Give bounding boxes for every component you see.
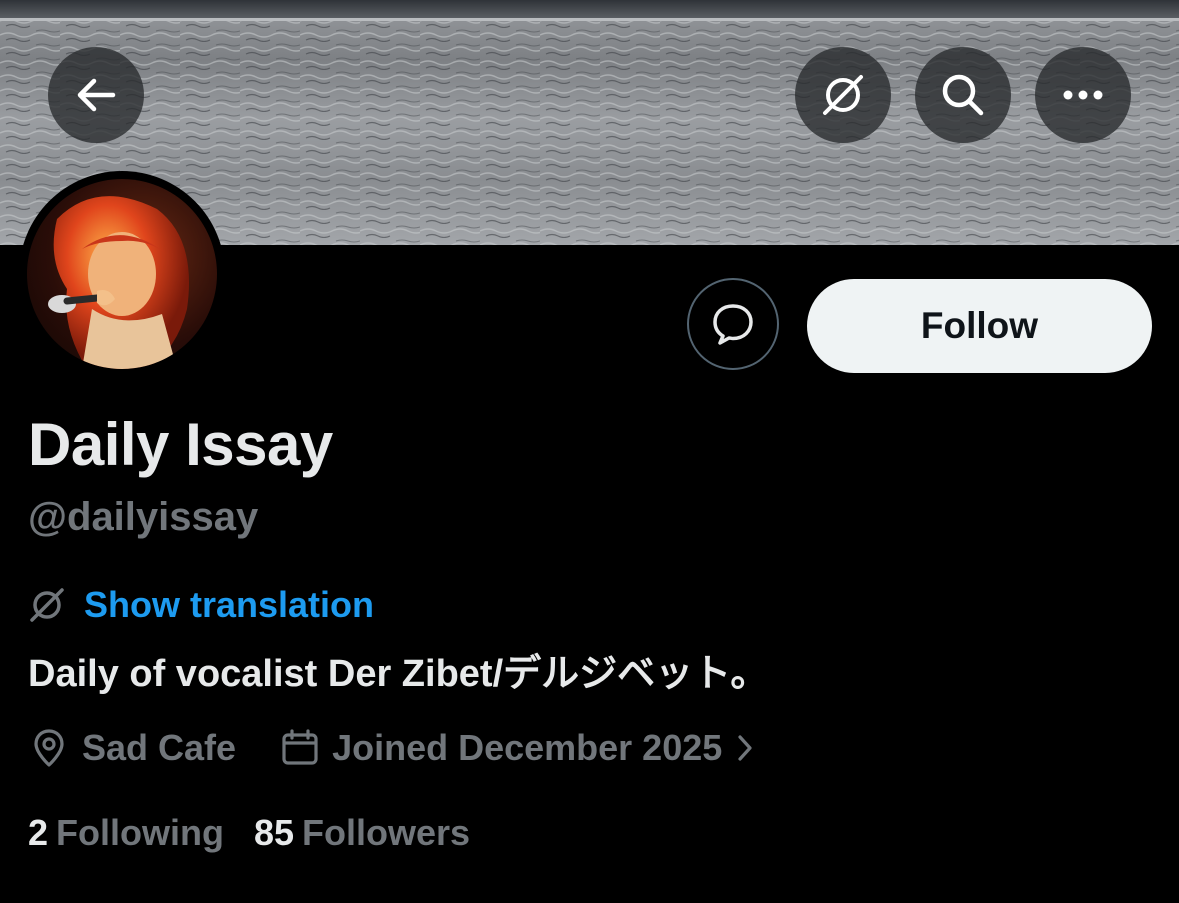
location-pin-icon	[34, 729, 64, 767]
joined-item[interactable]: Joined December 2025	[280, 727, 766, 769]
search-icon	[942, 74, 984, 116]
location-text: Sad Cafe	[82, 727, 237, 768]
display-name: Daily Issay	[28, 411, 333, 478]
profile-meta: Sad Cafe Joined December 2025	[28, 724, 766, 772]
following-count: 2	[28, 812, 49, 853]
username-handle: @dailyissay	[28, 495, 259, 539]
back-button[interactable]	[48, 47, 144, 143]
translate-button[interactable]	[795, 47, 891, 143]
translation-row: Show translation	[28, 583, 374, 627]
follow-button[interactable]: Follow	[807, 279, 1152, 373]
joined-date-text: Joined December 2025	[332, 727, 723, 768]
translate-icon	[30, 588, 64, 622]
avatar-image	[27, 179, 217, 369]
avatar[interactable]	[27, 179, 217, 369]
followers-link[interactable]: 85 Followers	[254, 812, 470, 854]
calendar-icon	[282, 729, 318, 765]
more-options-button[interactable]	[1035, 47, 1131, 143]
avatar-container[interactable]	[19, 171, 225, 377]
arrow-left-icon	[77, 78, 116, 112]
message-icon	[713, 304, 753, 345]
following-link[interactable]: 2 Following	[28, 812, 224, 854]
location-item: Sad Cafe	[28, 727, 236, 769]
followers-count: 85	[254, 812, 295, 853]
message-button[interactable]	[687, 278, 779, 370]
profile-bio: Daily of vocalist Der Zibet/デルジベット。	[28, 653, 769, 695]
more-icon	[1063, 90, 1103, 100]
followers-label: Followers	[302, 812, 471, 853]
following-label: Following	[56, 812, 224, 853]
follow-stats: 2 Following 85 Followers	[28, 809, 470, 857]
show-translation-link[interactable]: Show translation	[84, 584, 374, 626]
translate-icon	[823, 75, 863, 115]
search-button[interactable]	[915, 47, 1011, 143]
chevron-right-icon	[738, 735, 752, 761]
